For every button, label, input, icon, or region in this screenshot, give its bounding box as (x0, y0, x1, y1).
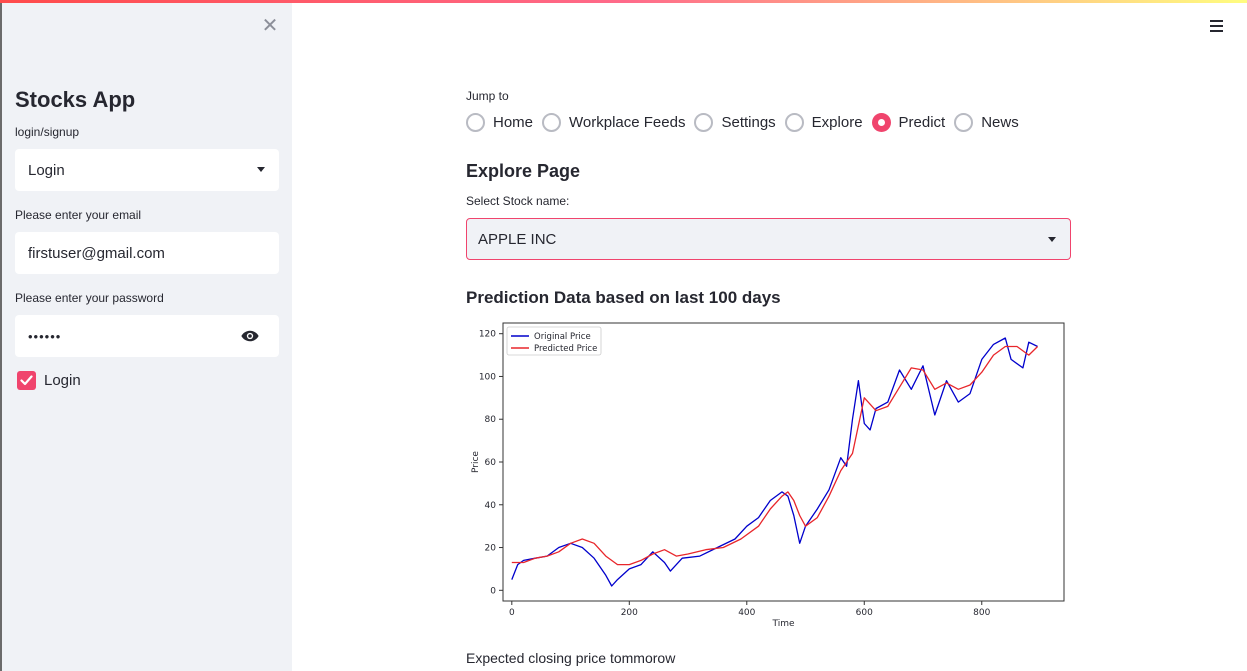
radio-label: Workplace Feeds (569, 113, 686, 131)
eye-icon[interactable] (241, 328, 259, 344)
radio-explore[interactable]: Explore (784, 112, 863, 132)
y-axis-label: Price (471, 451, 481, 473)
chevron-down-icon (257, 167, 265, 172)
stock-select-label: Select Stock name: (466, 194, 570, 208)
y-tick-label: 0 (490, 586, 496, 596)
auth-mode-select[interactable]: Login (15, 149, 279, 191)
radio-button-selected[interactable] (871, 112, 891, 132)
radio-home[interactable]: Home (466, 112, 534, 132)
y-tick-label: 100 (479, 372, 496, 382)
radio-button[interactable] (954, 112, 974, 132)
stock-select-value: APPLE INC (478, 230, 557, 248)
email-field[interactable]: firstuser@gmail.com (15, 232, 279, 274)
page-radio-group: Home Workplace Feeds Settings Explore Pr… (466, 112, 1028, 132)
password-field[interactable]: •••••• (15, 315, 279, 357)
login-checkbox-label[interactable]: Login (44, 372, 81, 389)
checkmark-icon (20, 375, 33, 386)
y-tick-label: 80 (485, 415, 497, 425)
radio-label: Explore (811, 113, 863, 131)
page-title: Explore Page (466, 161, 581, 181)
radio-button[interactable] (542, 112, 562, 132)
prediction-chart: 0 200 400 600 800 0 20 40 60 80 100 120 Time Price Ori… (471, 322, 1065, 629)
auth-mode-label: login/signup (15, 125, 80, 139)
x-tick-label: 600 (856, 608, 873, 618)
expected-price-text: Expected closing price tommorow (466, 650, 676, 666)
radio-button[interactable] (466, 112, 485, 132)
radio-settings[interactable]: Settings (694, 112, 776, 132)
x-tick-label: 0 (509, 608, 515, 618)
chevron-down-icon (1048, 237, 1056, 242)
chart-heading: Prediction Data based on last 100 days (466, 288, 781, 307)
jump-to-label: Jump to (466, 89, 509, 103)
x-tick-label: 800 (973, 608, 990, 618)
stock-select[interactable]: APPLE INC (466, 218, 1071, 260)
sidebar: ✕ Stocks App login/signup Login Please e… (0, 3, 292, 671)
y-tick-label: 120 (479, 330, 496, 340)
radio-label: Predict (898, 113, 946, 131)
password-label: Please enter your password (15, 291, 164, 305)
main-content: Jump to Home Workplace Feeds Settings Ex… (466, 0, 1076, 671)
radio-label: Home (493, 113, 534, 131)
radio-button[interactable] (784, 112, 804, 132)
y-tick-label: 60 (485, 458, 497, 468)
x-tick-label: 400 (738, 608, 755, 618)
y-tick-label: 40 (485, 501, 497, 511)
legend-label: Predicted Price (534, 344, 597, 354)
y-tick-label: 20 (485, 544, 497, 554)
email-label: Please enter your email (15, 208, 142, 222)
password-value: •••••• (28, 328, 62, 344)
login-checkbox[interactable] (17, 371, 36, 390)
radio-label: News (981, 113, 1019, 131)
auth-mode-value: Login (28, 161, 65, 179)
radio-predict[interactable]: Predict (871, 112, 946, 132)
radio-button[interactable] (694, 112, 714, 132)
legend-label: Original Price (534, 332, 591, 342)
email-value: firstuser@gmail.com (28, 244, 165, 262)
close-icon[interactable]: ✕ (260, 16, 280, 36)
hamburger-menu-icon[interactable] (1210, 20, 1224, 34)
radio-label: Settings (721, 113, 776, 131)
x-axis-label: Time (771, 619, 794, 629)
radio-news[interactable]: News (954, 112, 1019, 132)
app-title: Stocks App (15, 87, 136, 112)
radio-workplace-feeds[interactable]: Workplace Feeds (542, 112, 686, 132)
x-tick-label: 200 (621, 608, 638, 618)
